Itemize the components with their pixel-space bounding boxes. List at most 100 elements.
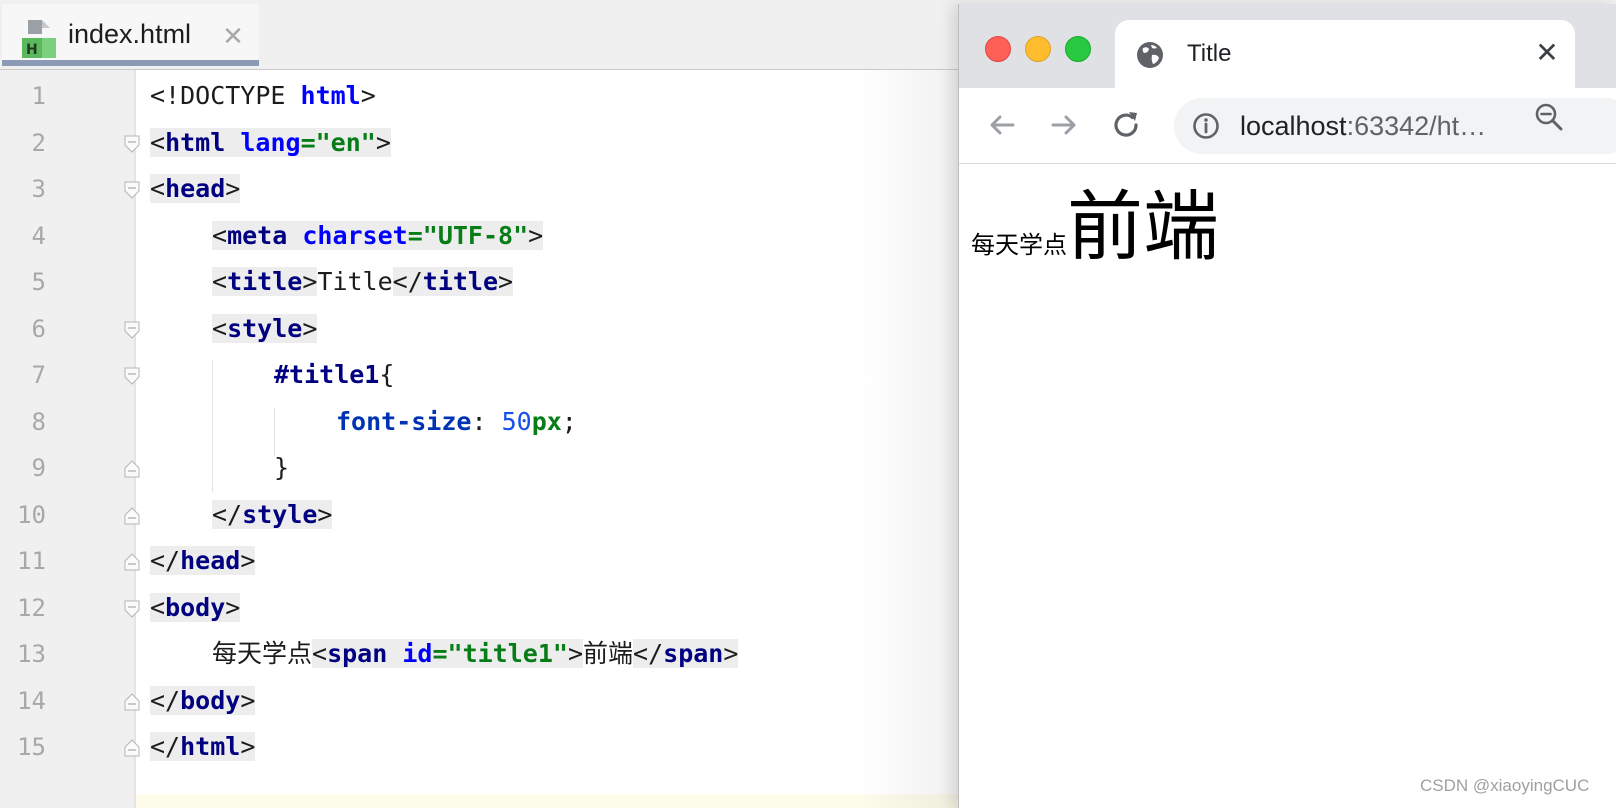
bracket-token: > (240, 685, 256, 715)
bracket-token: </ (212, 499, 243, 529)
code-line-11: </head> (150, 537, 256, 585)
tab-label: index.html (68, 19, 192, 49)
minimize-window-button[interactable] (1025, 36, 1051, 62)
doctype-token: <!DOCTYPE (150, 81, 301, 110)
url-path: :63342/ht… (1346, 111, 1487, 141)
bracket-token: </ (150, 546, 181, 575)
close-icon[interactable]: ✕ (1533, 38, 1561, 68)
bracket-token: </ (150, 732, 181, 761)
back-arrow-icon[interactable] (985, 108, 1019, 142)
browser-toolbar: localhost:63342/ht… (959, 88, 1616, 164)
browser-tab-title: Title (1187, 40, 1232, 67)
bracket-token: > (225, 592, 241, 622)
text-token: 前端 (583, 639, 634, 668)
html-file-icon: H (22, 20, 56, 58)
tag-token: html (165, 127, 226, 157)
fold-open-icon[interactable] (124, 600, 140, 618)
code-line-5: <title>Title</title> (212, 258, 514, 306)
tag-token: style (227, 313, 303, 343)
attr-token: charset (302, 220, 408, 250)
line-number: 15 (17, 733, 46, 761)
line-number: 2 (31, 128, 46, 157)
bracket-token: > (723, 639, 739, 668)
doctype-html-token: html (300, 81, 361, 110)
bracket-token: < (212, 313, 228, 343)
bracket-token: > (375, 127, 391, 157)
bracket-token: < (150, 592, 166, 622)
tag-token: meta (227, 220, 288, 250)
string-token: "en" (315, 127, 376, 157)
line-number: 6 (31, 314, 46, 343)
tag-token: head (165, 174, 226, 203)
code-line-2: <html lang="en"> (150, 119, 391, 167)
code-line-15: </html> (150, 723, 256, 771)
close-tab-icon[interactable]: ✕ (222, 24, 244, 50)
tag-token: style (242, 499, 318, 529)
number-token: 50 (501, 406, 532, 436)
tab-index-html[interactable]: H index.html ✕ (2, 4, 259, 66)
line-number: 11 (17, 547, 46, 575)
bracket-token: > (360, 81, 376, 110)
code-line-12: <body> (150, 584, 241, 632)
fold-close-icon[interactable] (124, 507, 140, 525)
line-number: 13 (17, 640, 46, 668)
bracket-token: < (212, 267, 228, 296)
code-line-6: <style> (212, 305, 318, 353)
fold-close-icon[interactable] (124, 553, 140, 571)
rendered-page-body: 每天学点前端 (971, 182, 1219, 272)
bracket-token: > (240, 546, 256, 575)
attr-token: id (402, 639, 433, 668)
brace-token: { (379, 360, 395, 389)
tag-token: title (422, 267, 499, 296)
info-icon[interactable] (1192, 112, 1220, 140)
zoom-out-icon[interactable] (1534, 102, 1564, 132)
browser-tab[interactable]: Title ✕ (1115, 20, 1575, 88)
bracket-token: < (150, 127, 166, 157)
page-viewport: 每天学点前端 (959, 164, 1616, 808)
forward-arrow-icon[interactable] (1047, 108, 1081, 142)
fold-open-icon[interactable] (124, 367, 140, 385)
bracket-token: > (498, 267, 514, 296)
browser-window: Title ✕ localhost:63342/ht… 每天学点前端 (958, 4, 1616, 808)
close-window-button[interactable] (985, 36, 1011, 62)
code-line-10: </style> (212, 491, 333, 539)
fold-close-icon[interactable] (124, 460, 140, 478)
text-token: Title (317, 267, 393, 296)
code-line-8: font-size: 50px; (336, 398, 577, 446)
bracket-token: > (240, 732, 256, 761)
bracket-token: > (567, 639, 584, 668)
bracket-token: > (317, 499, 333, 529)
fold-open-icon[interactable] (124, 181, 140, 199)
page-title1-span: 前端 (1067, 182, 1219, 271)
bracket-token: </ (633, 639, 664, 668)
string-token: "UTF-8" (422, 220, 529, 250)
line-number: 5 (31, 268, 46, 296)
line-number: 9 (31, 454, 46, 482)
code-line-1: <!DOCTYPE html> (150, 72, 376, 120)
reload-icon[interactable] (1109, 108, 1143, 142)
line-number: 12 (17, 593, 46, 622)
bracket-token: > (528, 220, 544, 250)
fold-open-icon[interactable] (124, 321, 140, 339)
semicolon-token: ; (561, 406, 577, 436)
bracket-token: < (312, 639, 328, 668)
code-line-13: 每天学点<span id="title1">前端</span> (212, 630, 739, 678)
line-number: 7 (31, 361, 46, 389)
code-line-4: <meta charset="UTF-8"> (212, 212, 544, 260)
equals-token: = (432, 639, 448, 668)
line-number: 8 (31, 407, 46, 436)
fold-open-icon[interactable] (124, 135, 140, 153)
unit-token: px (531, 406, 562, 436)
page-small-text: 每天学点 (971, 231, 1067, 259)
fold-close-icon[interactable] (124, 693, 140, 711)
url-text[interactable]: localhost:63342/ht… (1240, 110, 1486, 142)
url-host: localhost (1240, 111, 1347, 141)
css-property-token: font-size (336, 406, 472, 436)
colon-token: : (471, 406, 502, 436)
code-line-7: #title1{ (274, 351, 394, 399)
svg-text:H: H (26, 42, 38, 58)
maximize-window-button[interactable] (1065, 36, 1091, 62)
fold-close-icon[interactable] (124, 739, 140, 757)
